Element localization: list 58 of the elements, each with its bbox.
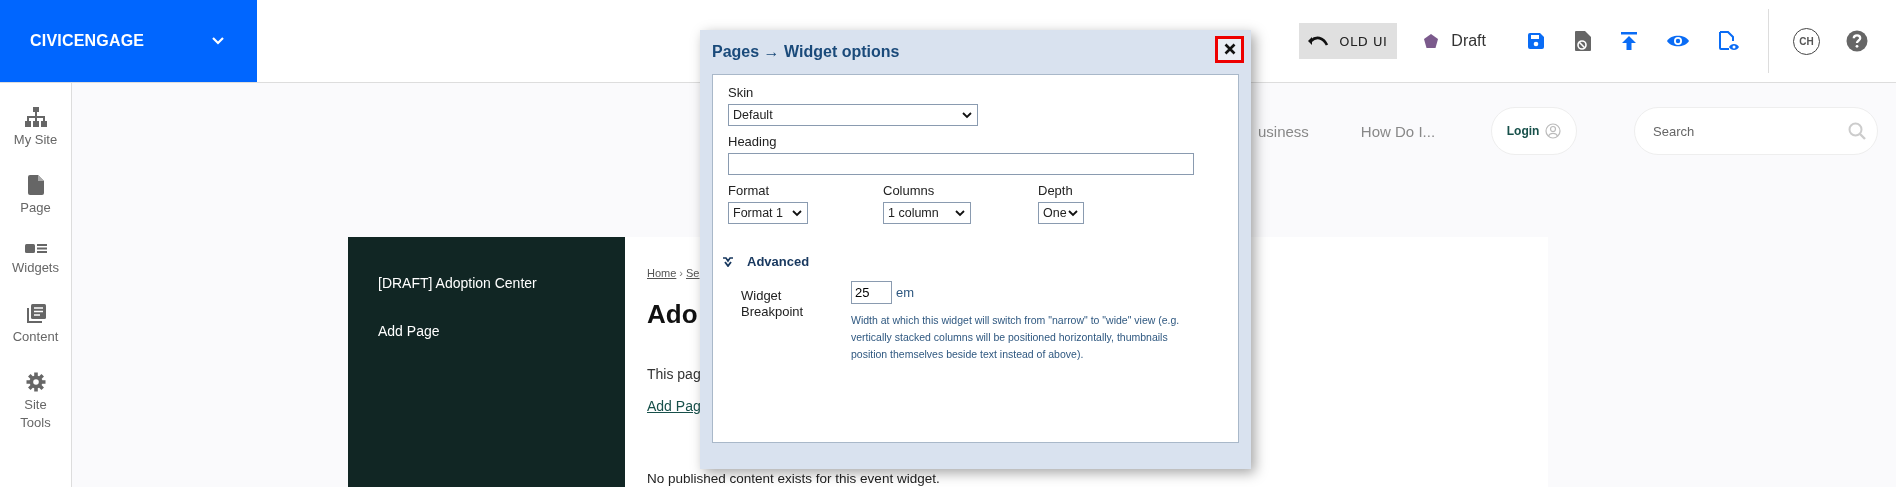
field-label: Skin xyxy=(728,85,754,100)
search-icon xyxy=(1848,122,1867,140)
undo-icon xyxy=(1307,34,1330,48)
advanced-toggle[interactable]: Advanced xyxy=(722,254,810,269)
brand-logo: CIVICENGAGE xyxy=(30,32,145,50)
sidebar-item[interactable]: Widgets xyxy=(5,243,66,278)
search-field[interactable]: Search xyxy=(1634,107,1879,155)
publish-icon[interactable] xyxy=(1620,31,1638,51)
option-select[interactable]: 1 column xyxy=(883,202,971,224)
close-icon xyxy=(1223,43,1236,55)
old-ui-button[interactable]: OLD UI xyxy=(1299,23,1398,59)
add-page-link[interactable]: Add Pag xyxy=(647,398,701,414)
dialog-title: Pages → Widget options xyxy=(712,43,900,61)
field-label: Widget Breakpoint xyxy=(741,288,805,321)
sidebar-item[interactable]: My Site xyxy=(5,107,66,150)
widgets-icon xyxy=(24,243,47,256)
skin-select[interactable]: Default xyxy=(728,104,978,126)
breadcrumb-link[interactable]: Se xyxy=(686,267,700,279)
field-label: Heading xyxy=(728,134,777,149)
heading-input[interactable] xyxy=(728,153,1194,175)
help-icon[interactable] xyxy=(1846,30,1868,52)
breadcrumb-link[interactable]: Home xyxy=(647,267,677,279)
chevron-down-icon xyxy=(1068,209,1078,217)
eye-icon[interactable] xyxy=(1666,33,1690,49)
login-button[interactable]: Login xyxy=(1491,107,1578,155)
save-icon[interactable] xyxy=(1526,31,1546,51)
close-button[interactable] xyxy=(1215,35,1244,63)
sitemap-icon xyxy=(24,107,47,127)
breadcrumb-separator: › xyxy=(679,267,683,279)
document-blocked-icon[interactable] xyxy=(1574,30,1592,52)
settings-icon xyxy=(25,371,46,392)
sidebar-item[interactable]: Site Tools xyxy=(5,371,66,433)
option-select[interactable]: Format 1 xyxy=(728,202,808,224)
sidebar-item[interactable]: Content xyxy=(5,303,66,346)
intro-text: This pag xyxy=(647,366,701,382)
breakpoint-input[interactable]: 25 xyxy=(851,281,892,304)
chevron-down-icon xyxy=(955,209,965,217)
section-menu-item[interactable]: Add Page xyxy=(378,323,625,339)
chevron-down-icon xyxy=(792,209,802,217)
page-icon xyxy=(27,175,44,196)
nav-link[interactable]: usiness xyxy=(1258,122,1309,140)
document-preview-icon[interactable] xyxy=(1718,30,1740,52)
field-label: Format xyxy=(728,183,770,198)
chevron-down-icon xyxy=(211,36,225,46)
unit-label: em xyxy=(896,285,915,300)
status-label: Draft xyxy=(1451,32,1486,50)
page-heading: Ado xyxy=(647,299,698,330)
section-menu-item[interactable]: [DRAFT] Adoption Center xyxy=(378,275,625,291)
field-label: Depth xyxy=(1038,183,1073,198)
sidebar-item[interactable]: Page xyxy=(5,175,66,218)
stacked-pages-icon xyxy=(25,303,46,324)
user-icon xyxy=(1545,123,1562,139)
field-label: Columns xyxy=(883,183,935,198)
brand-menu[interactable]: CIVICENGAGE xyxy=(0,0,257,82)
help-text: Width at which this widget will switch from "narrow" to "wide" view (e.g. vertically stacked columns will be positioned horizontally, thumbnails position themselves beside text instead of above). xyxy=(851,313,1181,362)
empty-message: No published content exists for this event widget. xyxy=(647,472,940,486)
option-select[interactable]: One xyxy=(1038,202,1084,224)
chevron-down-icon xyxy=(962,111,972,119)
